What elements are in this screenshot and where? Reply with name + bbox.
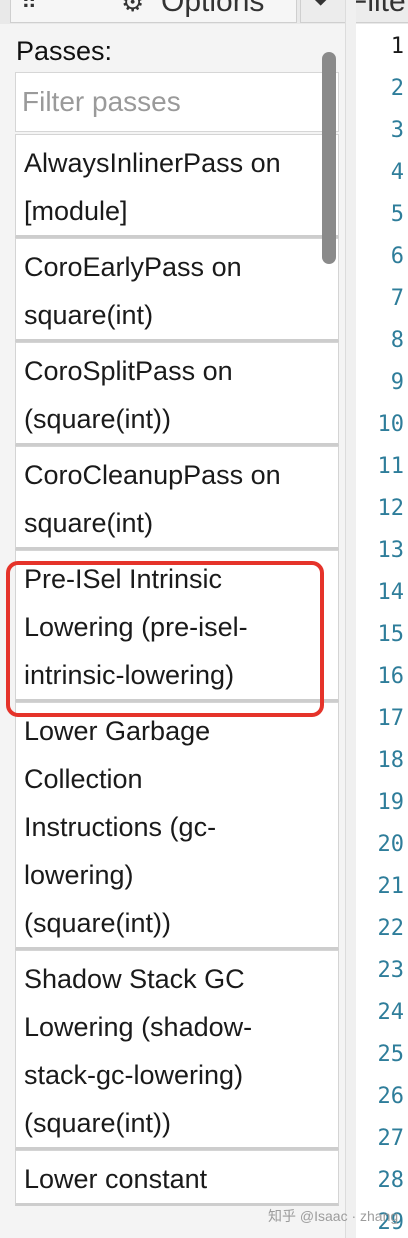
line-number: 25	[377, 1042, 405, 1067]
line-number: 2	[390, 76, 404, 101]
pass-item-text: CoroCleanupPass on	[24, 460, 281, 490]
line-number: 22	[377, 916, 405, 941]
pass-item-text: AlwaysInlinerPass on	[24, 148, 281, 178]
pass-item-text: Lower constant	[24, 1164, 208, 1194]
tab-options-label: Options	[161, 0, 265, 18]
line-number: 3	[390, 118, 404, 143]
line-number: 18	[377, 748, 405, 773]
line-number: 17	[377, 706, 405, 731]
pass-item-text: Lowering (shadow-	[24, 1012, 253, 1042]
line-number: 24	[377, 1000, 405, 1025]
line-number: 19	[377, 790, 405, 815]
pass-item-text: lowering)	[24, 860, 134, 890]
line-number: 1	[390, 34, 404, 59]
line-number: 9	[390, 370, 404, 395]
filter-passes-input[interactable]: Filter passes	[15, 72, 339, 132]
line-number: 7	[390, 286, 404, 311]
passes-panel: Passes: Filter passes AlwaysInlinerPass …	[0, 24, 345, 1238]
gear-icon: ⚙	[121, 0, 145, 17]
line-number: 4	[390, 160, 404, 185]
selection-highlight	[6, 561, 324, 717]
line-number: 27	[377, 1126, 405, 1151]
line-number: 20	[377, 832, 405, 857]
pass-item[interactable]: AlwaysInlinerPass on [module]	[15, 134, 339, 238]
tab-options[interactable]: ⠿ ⚙ Options	[10, 0, 297, 23]
pass-item-text: (square(int))	[24, 1108, 172, 1138]
line-number: 5	[390, 202, 404, 227]
line-number: 6	[390, 244, 404, 269]
pass-item-text: CoroEarlyPass on	[24, 252, 242, 282]
grip-icon: ⠿	[21, 0, 38, 14]
line-number: 8	[390, 328, 404, 353]
line-number: 15	[377, 622, 405, 647]
line-number: 13	[377, 538, 405, 563]
line-number: 12	[377, 496, 405, 521]
passes-title: Passes:	[16, 36, 113, 66]
pass-item-text: square(int)	[24, 508, 154, 538]
pass-item[interactable]: CoroSplitPass on (square(int))	[15, 342, 339, 446]
pass-item-text: Shadow Stack GC	[24, 964, 245, 994]
line-number: 21	[377, 874, 405, 899]
pass-item-text: CoroSplitPass on	[24, 356, 233, 386]
pass-item-text: square(int)	[24, 300, 154, 330]
pass-item[interactable]: CoroEarlyPass on square(int)	[15, 238, 339, 342]
line-number: 28	[377, 1168, 405, 1193]
line-number: 14	[377, 580, 405, 605]
pass-item-text: [module]	[24, 196, 128, 226]
line-number: 16	[377, 664, 405, 689]
pass-item[interactable]: CoroCleanupPass on square(int)	[15, 446, 339, 550]
pass-item-text: (square(int))	[24, 404, 172, 434]
line-number: 26	[377, 1084, 405, 1109]
pass-item-text: (square(int))	[24, 908, 172, 938]
line-number: 23	[377, 958, 405, 983]
panel-divider[interactable]	[345, 0, 356, 1238]
watermark: 知乎 @Isaac · zhang	[268, 1208, 399, 1224]
pass-item-text: Instructions (gc-	[24, 812, 217, 842]
line-number: 11	[377, 454, 405, 479]
pass-item[interactable]: Shadow Stack GC Lowering (shadow-stack-gc…	[15, 950, 339, 1150]
line-number-gutter: 1 2 3 4 5 6 7 8 9 10 11 12 13 14 15 16 17 18 19 20 21 22 23 24 2…	[356, 24, 408, 1238]
pass-item[interactable]: Lower constant	[15, 1150, 339, 1206]
pass-item-text: stack-gc-lowering)	[24, 1060, 244, 1090]
filter-icon: ⏷	[311, 0, 331, 15]
pass-list-scrollbar[interactable]	[322, 52, 336, 264]
pass-item[interactable]: Lower Garbage Collection Instructions (gc-…	[15, 702, 339, 950]
line-number: 10	[377, 412, 405, 437]
pass-item-text: Collection	[24, 764, 143, 794]
tab-filters-label: Filte	[349, 0, 406, 18]
